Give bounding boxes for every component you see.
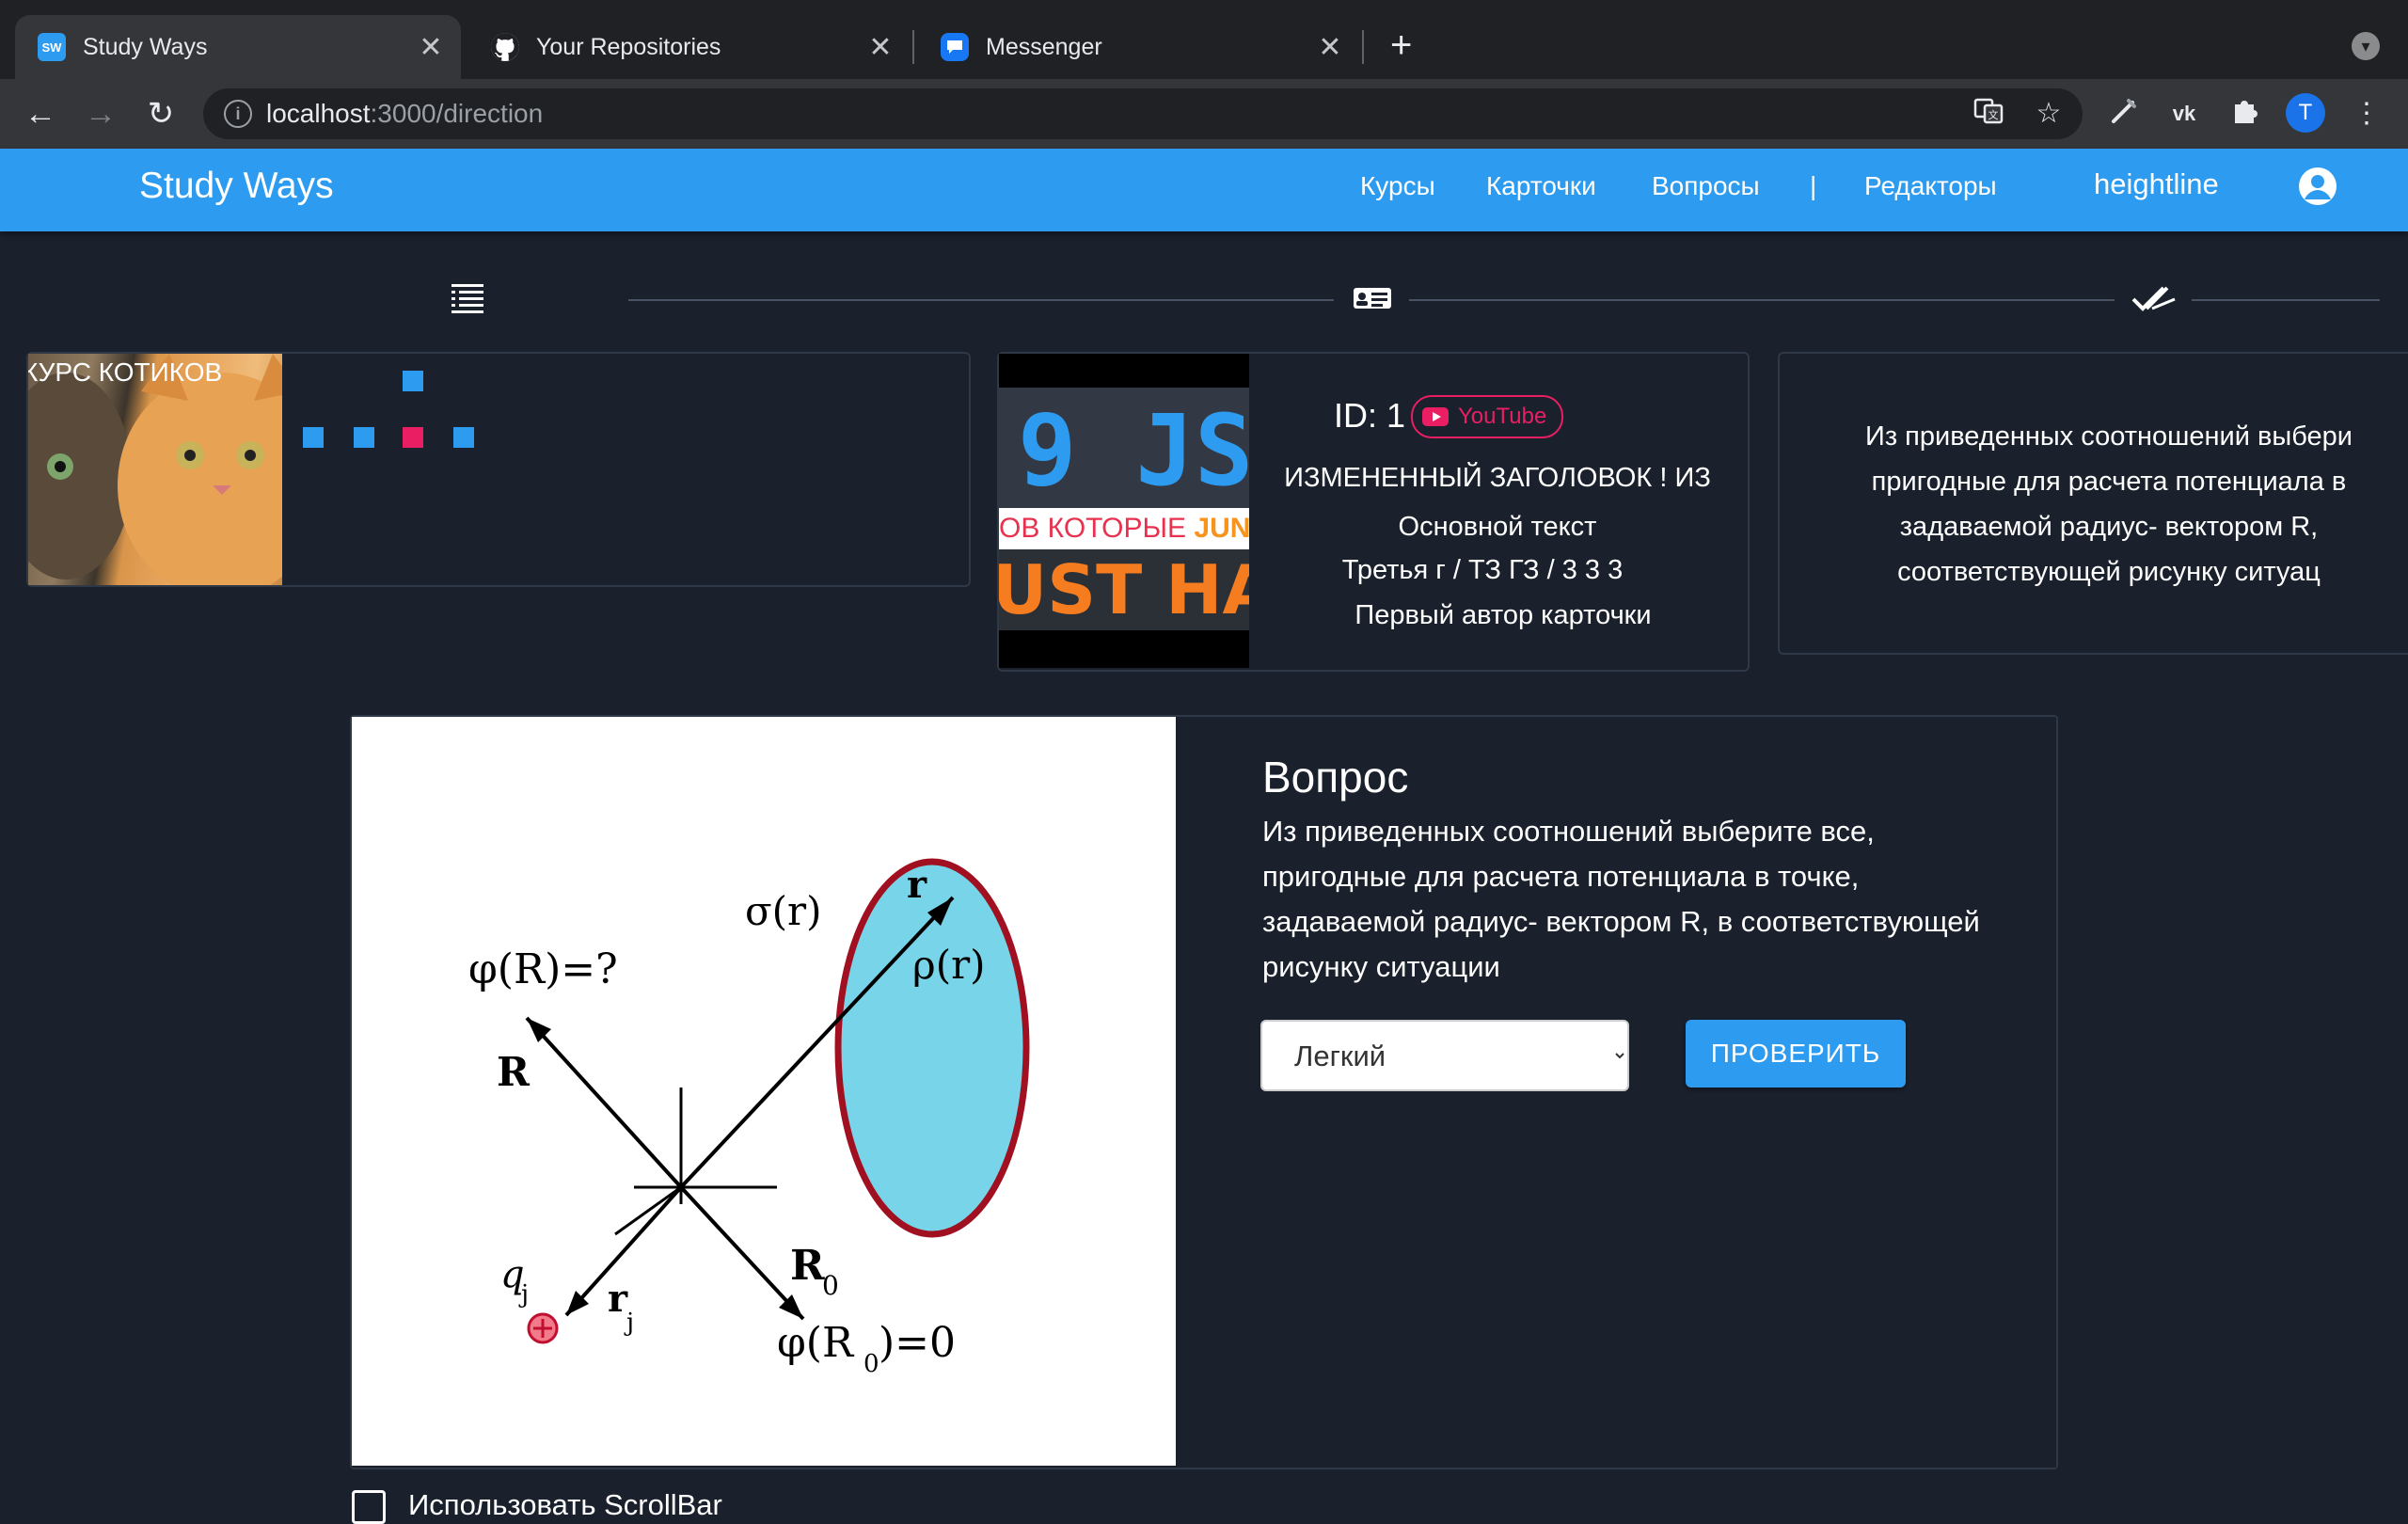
figure-label-rj: r	[608, 1277, 628, 1321]
bookmark-star-icon[interactable]: ☆	[2030, 95, 2067, 133]
thumbnail-caption: JUST HAVE	[999, 549, 1249, 630]
tab-messenger[interactable]: Messenger ✕	[918, 15, 1360, 79]
figure-label-sigma: σ(r)	[745, 888, 822, 934]
figure-label-R: R	[497, 1049, 531, 1095]
puzzle-extensions-icon[interactable]	[2226, 95, 2263, 133]
new-tab-button[interactable]: +	[1390, 26, 1412, 64]
thumbnail-subtitle-b: JUN	[1194, 513, 1249, 544]
svg-text:文: 文	[1988, 108, 1999, 121]
course-title: КУРС КОТИКОВ	[28, 357, 223, 387]
stepper-connector	[1409, 299, 2115, 301]
progress-dot[interactable]	[303, 427, 324, 448]
vk-extension-icon[interactable]: vk	[2165, 95, 2203, 133]
url-host: localhost	[266, 99, 371, 128]
thumbnail-caption-text: JUST HAVE	[999, 550, 1249, 629]
nav-divider: |	[1810, 171, 1817, 200]
card-main-text: Основной текст	[1398, 512, 1597, 542]
kebab-menu-icon[interactable]: ⋮	[2348, 95, 2385, 133]
progress-dot[interactable]	[453, 427, 474, 448]
card-id: ID: 1	[1334, 396, 1406, 435]
double-check-step-icon[interactable]	[2131, 282, 2178, 319]
translate-icon[interactable]: 文	[1970, 95, 2007, 133]
figure-label-rho: ρ(r)	[912, 942, 986, 988]
brand-logo[interactable]: Study Ways	[139, 164, 334, 209]
stepper-connector	[2192, 299, 2380, 301]
figure-label-phi-R0-sub: 0	[863, 1350, 879, 1378]
close-tab-icon[interactable]: ✕	[1311, 31, 1349, 64]
tab-title: Study Ways	[83, 33, 208, 60]
figure-label-phi-R0: φ(R	[777, 1319, 855, 1367]
tab-separator	[1362, 30, 1364, 64]
figure-label-R0-sub: 0	[822, 1270, 839, 1301]
stepper-connector	[628, 299, 1334, 301]
physics-figure: φ(R)=? σ(r) r ρ(r) R R 0 q j r j φ(R 0 )…	[352, 717, 1176, 1466]
github-icon	[491, 33, 519, 61]
progress-dot[interactable]	[403, 371, 423, 391]
nav-questions[interactable]: Вопросы	[1652, 169, 1760, 203]
nav-cards[interactable]: Карточки	[1486, 169, 1596, 203]
check-button[interactable]: ПРОВЕРИТЬ	[1686, 1020, 1906, 1087]
scrollbar-checkbox-label: Использовать ScrollBar	[408, 1488, 722, 1521]
nav-editors[interactable]: Редакторы	[1864, 169, 1997, 203]
question-title: Вопрос	[1262, 753, 1409, 802]
card-heading: ИЗМЕНЕННЫЙ ЗАГОЛОВОК ! ИЗ	[1284, 463, 1711, 493]
progress-dot[interactable]	[354, 427, 374, 448]
tab-title: Your Repositories	[536, 33, 721, 60]
tab-your-repositories[interactable]: Your Repositories ✕	[468, 15, 911, 79]
site-info-icon[interactable]: i	[224, 100, 252, 128]
youtube-badge-label: YouTube	[1458, 404, 1547, 429]
question-preview-text: Из приведенных соотношений выбери пригод…	[1780, 414, 2408, 595]
thumbnail-subtitle: ОВ КОТОРЫЕ JUN	[999, 508, 1249, 549]
progress-dot-current[interactable]	[403, 427, 423, 448]
nav-courses[interactable]: Курсы	[1360, 169, 1435, 203]
card-step-icon[interactable]	[1353, 284, 1392, 317]
list-step-icon[interactable]	[450, 280, 485, 321]
pen-extension-icon[interactable]	[2105, 95, 2143, 133]
browser-profile-avatar[interactable]: T	[2286, 93, 2325, 133]
figure-label-phi-R0-tail: )=0	[879, 1319, 956, 1367]
youtube-play-icon	[1422, 407, 1449, 426]
back-arrow-icon[interactable]: ←	[19, 92, 62, 135]
figure-label-r: r	[907, 863, 927, 907]
close-tab-icon[interactable]: ✕	[862, 31, 899, 64]
forward-arrow-icon[interactable]: →	[79, 92, 122, 135]
preview-line: пригодные для расчета потенциала в	[1871, 467, 2347, 497]
thumbnail-title: 9 JS	[1018, 393, 1254, 508]
tab-title: Messenger	[986, 33, 1102, 60]
username[interactable]: heightline	[2094, 166, 2219, 203]
app-header	[0, 149, 2408, 231]
scrollbar-checkbox[interactable]	[352, 1490, 386, 1524]
url-text[interactable]: localhost:3000/direction	[266, 98, 543, 130]
tab-study-ways[interactable]: SW Study Ways ✕	[15, 15, 461, 79]
url-path: :3000/direction	[370, 99, 544, 128]
card-meta: Третья г / ТЗ ГЗ / 3 3 3	[1341, 555, 1624, 585]
reload-icon[interactable]: ↻	[139, 92, 182, 135]
figure-label-R0: R	[790, 1242, 825, 1290]
messenger-icon	[941, 33, 969, 61]
card-author: Первый автор карточки	[1354, 600, 1652, 630]
preview-line: задаваемой радиус- вектором R,	[1899, 512, 2319, 542]
tab-search-chevron-icon[interactable]: ▾	[2352, 32, 2380, 60]
preview-line: соответствующей рисунку ситуац	[1897, 557, 2321, 587]
difficulty-select[interactable]: Легкий	[1260, 1020, 1629, 1091]
thumbnail-subtitle-a: ОВ КОТОРЫЕ	[999, 513, 1195, 544]
close-tab-icon[interactable]: ✕	[412, 31, 450, 64]
question-text: Из приведенных соотношений выберите все,…	[1262, 815, 1980, 983]
study-ways-favicon-icon: SW	[38, 33, 66, 61]
youtube-badge[interactable]: YouTube	[1411, 395, 1564, 438]
figure-label-phi-R: φ(R)=?	[468, 945, 618, 993]
account-circle-icon[interactable]	[2299, 167, 2337, 205]
tab-separator	[912, 30, 914, 64]
preview-line: Из приведенных соотношений выбери	[1864, 421, 2353, 452]
